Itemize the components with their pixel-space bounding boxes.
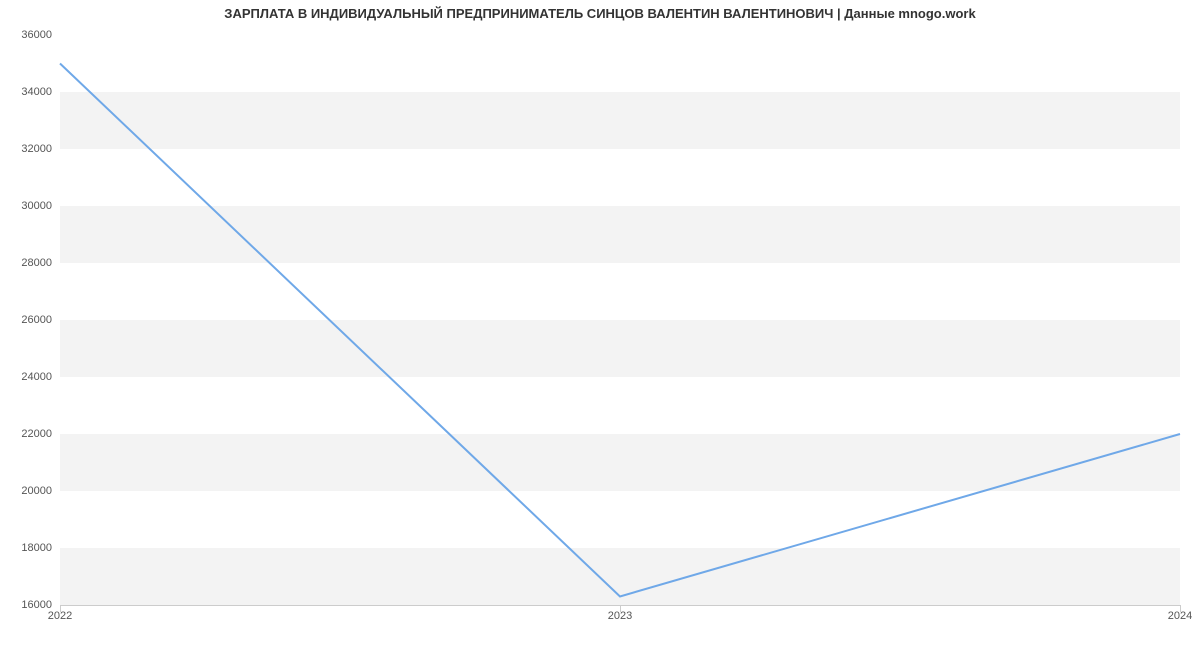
y-tick-label: 22000 — [4, 428, 52, 440]
x-tick-label: 2022 — [48, 610, 72, 622]
y-tick-label: 32000 — [4, 143, 52, 155]
y-tick-label: 34000 — [4, 86, 52, 98]
data-line — [60, 64, 1180, 597]
y-tick-label: 16000 — [4, 599, 52, 611]
chart-title: ЗАРПЛАТА В ИНДИВИДУАЛЬНЫЙ ПРЕДПРИНИМАТЕЛ… — [0, 6, 1200, 21]
y-tick-label: 18000 — [4, 542, 52, 554]
y-tick-label: 20000 — [4, 485, 52, 497]
line-layer — [60, 35, 1180, 605]
y-tick-label: 28000 — [4, 257, 52, 269]
chart-container: ЗАРПЛАТА В ИНДИВИДУАЛЬНЫЙ ПРЕДПРИНИМАТЕЛ… — [0, 0, 1200, 650]
y-tick-label: 30000 — [4, 200, 52, 212]
plot-area — [60, 35, 1180, 605]
y-tick-label: 26000 — [4, 314, 52, 326]
y-tick-label: 36000 — [4, 29, 52, 41]
x-tick-label: 2023 — [608, 610, 632, 622]
x-tick-label: 2024 — [1168, 610, 1192, 622]
y-tick-label: 24000 — [4, 371, 52, 383]
